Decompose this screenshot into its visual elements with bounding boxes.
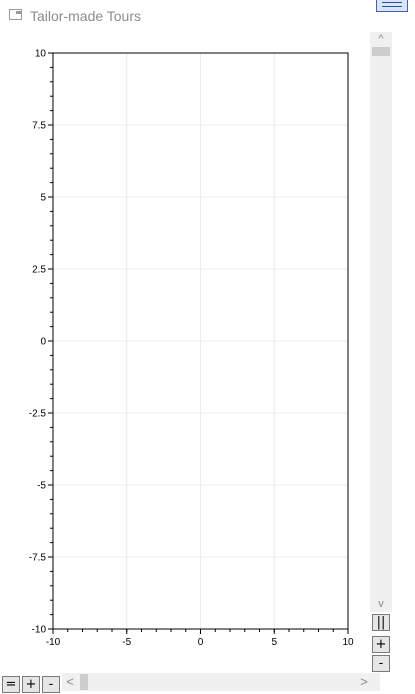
y-tick-label: 5	[40, 193, 46, 204]
y-tick-label: 7.5	[32, 121, 46, 132]
scroll-right-icon[interactable]: >	[356, 673, 372, 691]
zoom-out-horizontal-button[interactable]: -	[42, 676, 60, 693]
x-tick-label: 10	[342, 637, 354, 648]
y-tick-label: -5	[37, 481, 46, 492]
scroll-down-icon[interactable]: v	[370, 597, 392, 611]
axis-ticks	[48, 52, 349, 634]
window-menu-button[interactable]	[376, 0, 408, 12]
zoom-out-vertical-button[interactable]: -	[372, 655, 390, 672]
title-bar: Tailor-made Tours	[0, 0, 415, 32]
plot-area[interactable]: -10 -5 0 5 10 10 7.5 5 2.5 0 -2.5 -5 -7.5 -10	[0, 36, 368, 656]
y-tick-label: -10	[32, 625, 47, 636]
horizontal-scrollbar[interactable]: < >	[62, 673, 380, 691]
vertical-scroll-thumb[interactable]	[372, 47, 390, 56]
zoom-in-horizontal-button[interactable]: +	[22, 676, 40, 693]
grid-lines	[53, 53, 348, 629]
x-tick-label: 0	[198, 637, 204, 648]
y-tick-label: 2.5	[32, 265, 46, 276]
zoom-in-vertical-button[interactable]: +	[372, 636, 390, 653]
scroll-up-icon[interactable]: ^	[370, 32, 392, 46]
window-title: Tailor-made Tours	[30, 8, 142, 24]
y-tick-label: -2.5	[29, 409, 47, 420]
window-menu-icon	[382, 2, 402, 7]
x-tick-label: 5	[271, 637, 277, 648]
y-tick-label: 0	[40, 337, 46, 348]
y-tick-label: 10	[35, 49, 47, 60]
x-tick-label: -10	[46, 637, 61, 648]
zoom-reset-button[interactable]: =	[2, 676, 20, 693]
y-tick-label: -7.5	[29, 553, 47, 564]
axis-tick-labels: -10 -5 0 5 10 10 7.5 5 2.5 0 -2.5 -5 -7.5 -10	[29, 49, 354, 649]
horizontal-scroll-thumb[interactable]	[80, 674, 88, 690]
x-tick-label: -5	[122, 637, 131, 648]
scroll-left-icon[interactable]: <	[62, 673, 78, 691]
pause-button[interactable]: ||	[372, 614, 390, 631]
chart-svg: -10 -5 0 5 10 10 7.5 5 2.5 0 -2.5 -5 -7.5 -10	[29, 49, 354, 649]
app-window-icon	[9, 9, 22, 20]
vertical-scrollbar[interactable]: ^ v	[370, 32, 392, 612]
